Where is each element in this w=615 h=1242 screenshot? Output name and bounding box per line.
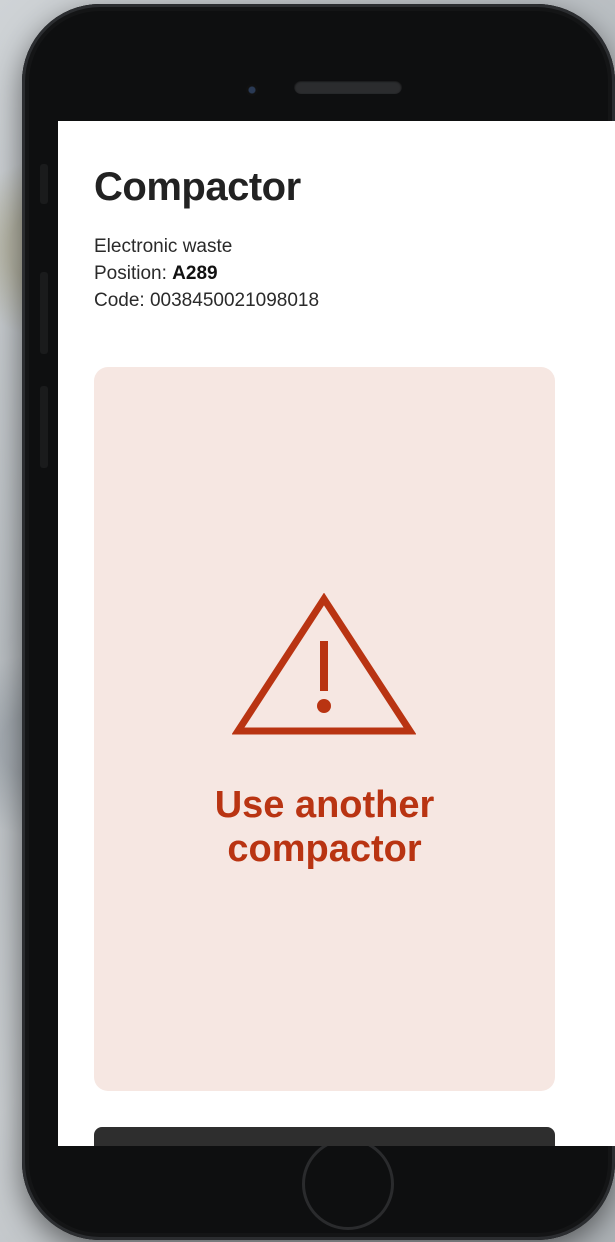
mute-switch xyxy=(40,164,48,204)
position-label: Position: xyxy=(94,263,173,284)
warning-triangle-icon xyxy=(232,593,416,735)
code-row: Code: 0038450021098018 xyxy=(94,287,319,314)
position-row: Position: A289 xyxy=(94,260,319,287)
volume-up-button xyxy=(40,272,48,354)
home-button[interactable] xyxy=(302,1138,394,1230)
earpiece-speaker xyxy=(294,80,402,94)
alert-message-line-2: compactor xyxy=(227,828,422,870)
alert-card: Use another compactor xyxy=(94,367,555,1091)
code-label: Code: xyxy=(94,290,150,311)
position-value: A289 xyxy=(172,263,218,284)
app-screen: Compactor Electronic waste Position: A28… xyxy=(58,121,615,1146)
code-value: 0038450021098018 xyxy=(149,290,320,311)
compactor-details: Electronic waste Position: A289 Code: 00… xyxy=(94,233,319,314)
alert-message: Use another compactor xyxy=(94,783,555,871)
action-button[interactable] xyxy=(94,1127,555,1146)
volume-down-button xyxy=(40,386,48,468)
page-title: Compactor xyxy=(94,165,301,209)
front-camera xyxy=(246,84,258,96)
alert-message-line-1: Use another xyxy=(214,784,435,826)
waste-type: Electronic waste xyxy=(94,236,233,257)
